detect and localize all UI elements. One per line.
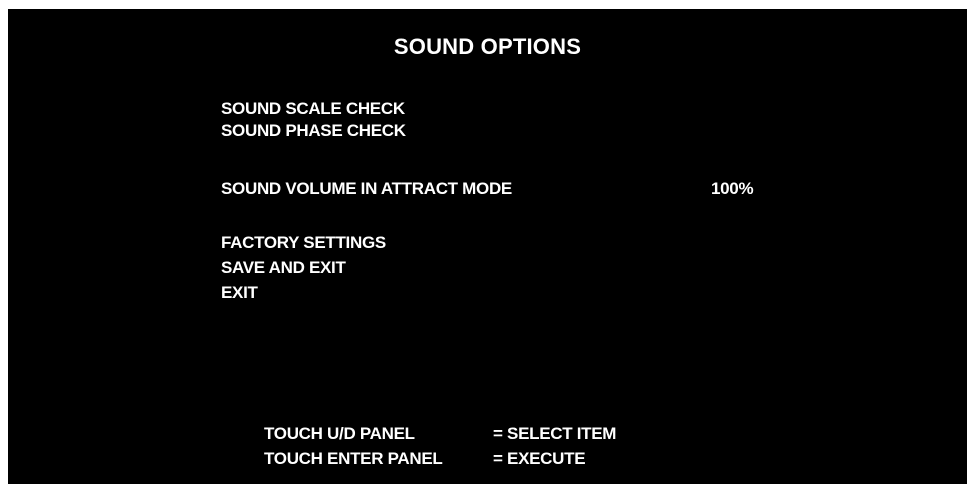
page-title: SOUND OPTIONS <box>393 34 582 59</box>
sound-options-screen: SOUND OPTIONS SOUND SCALE CHECK SOUND PH… <box>8 9 967 484</box>
menu-item-sound-volume-attract-mode[interactable]: SOUND VOLUME IN ATTRACT MODE <box>221 179 512 199</box>
instruction-control-ud-panel: TOUCH U/D PANEL <box>264 424 415 443</box>
menu-item-save-and-exit[interactable]: SAVE AND EXIT <box>221 258 346 278</box>
instruction-control-enter-panel: TOUCH ENTER PANEL <box>264 449 443 468</box>
menu-item-exit[interactable]: EXIT <box>221 283 258 303</box>
menu-item-sound-scale-check[interactable]: SOUND SCALE CHECK <box>221 99 405 119</box>
sound-volume-value: 100% <box>711 179 754 198</box>
menu-item-factory-settings[interactable]: FACTORY SETTINGS <box>221 233 386 253</box>
instruction-action-execute: = EXECUTE <box>493 449 586 468</box>
menu-item-sound-phase-check[interactable]: SOUND PHASE CHECK <box>221 121 406 141</box>
instruction-action-select-item: = SELECT ITEM <box>493 424 617 443</box>
